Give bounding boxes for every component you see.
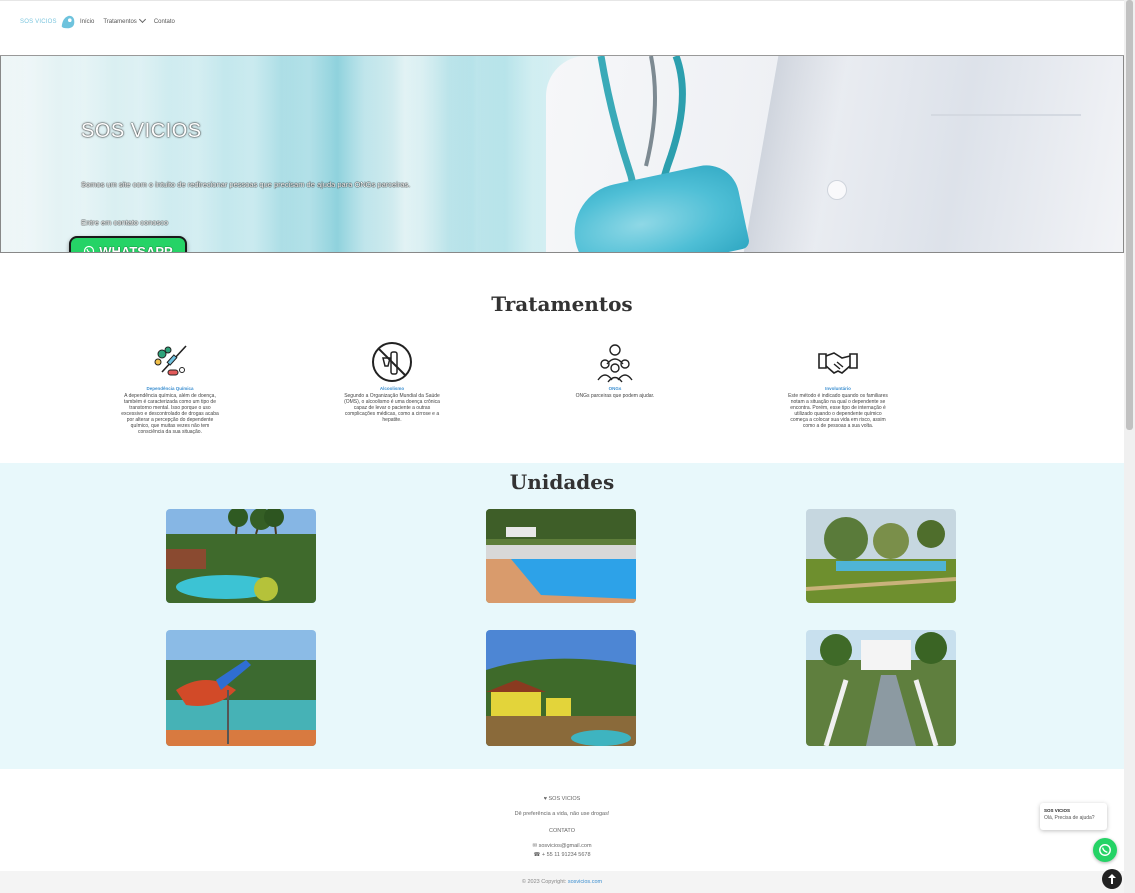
treatment-text: Este método é indicado quando os familia… bbox=[788, 393, 888, 429]
copyright-bar: © 2023 Copyright: sosvicios.com bbox=[0, 871, 1124, 893]
chat-popup-message: Olá, Precisa de ajuda? bbox=[1044, 815, 1095, 821]
treatment-card[interactable]: ONGs ONGs parceiras que podem ajudar. bbox=[565, 340, 665, 399]
unit-photo[interactable] bbox=[166, 509, 316, 603]
whatsapp-button-label: WHATSAPP bbox=[99, 243, 173, 253]
unit-photo[interactable] bbox=[486, 509, 636, 603]
nav-link-contato[interactable]: Contato bbox=[154, 19, 175, 25]
treatment-card[interactable]: Dependência Química A dependência químic… bbox=[120, 340, 220, 435]
whatsapp-button[interactable]: WHATSAPP bbox=[69, 236, 187, 253]
footer-brand: ♥ SOS VICIOS bbox=[0, 796, 1124, 802]
treatment-card[interactable]: Alcoolismo Segundo a Organização Mundial… bbox=[342, 340, 442, 423]
whatsapp-icon bbox=[84, 245, 95, 252]
copyright-text: © 2023 Copyright: bbox=[521, 879, 567, 885]
logo[interactable]: SOS VICIOS bbox=[20, 13, 77, 31]
logo-icon bbox=[61, 15, 74, 29]
hero-title: SOS VICIOS bbox=[81, 120, 202, 142]
footer-brand-text: SOS VICIOS bbox=[548, 796, 581, 802]
hero-contact-text: Entre em contato conosco bbox=[81, 218, 169, 227]
whatsapp-icon bbox=[1099, 844, 1111, 856]
footer-phone[interactable]: ☎ + 55 11 91234 5678 bbox=[0, 852, 1124, 858]
footer-email-text: sosvicios@gmail.com bbox=[538, 843, 592, 849]
tratamentos-title: Tratamentos bbox=[491, 292, 633, 316]
treatment-text: A dependência química, além de doença, t… bbox=[121, 393, 219, 435]
treatment-name: ONGs bbox=[608, 386, 622, 391]
footer-slogan: Dê preferência a vida, não use drogas! bbox=[514, 811, 610, 817]
footer-phone-text: + 55 11 91234 5678 bbox=[541, 852, 591, 858]
unit-photo[interactable] bbox=[806, 630, 956, 746]
community-icon bbox=[597, 344, 633, 383]
treatment-name: Dependência Química bbox=[146, 386, 194, 391]
drugs-icon bbox=[154, 345, 187, 376]
handshake-icon bbox=[818, 352, 858, 374]
footer-email[interactable]: ✉ sosvicios@gmail.com bbox=[0, 843, 1124, 849]
nav-link-inicio[interactable]: Início bbox=[80, 19, 94, 25]
treatment-name: Alcoolismo bbox=[379, 386, 405, 391]
hero-description: Somos um site com o intuito de redirecio… bbox=[81, 180, 411, 189]
unit-photo[interactable] bbox=[166, 630, 316, 746]
chevron-down-icon bbox=[138, 15, 146, 24]
coat-button bbox=[827, 180, 847, 200]
chat-popup-name: SOS VICIOS bbox=[1044, 808, 1071, 813]
unit-photo[interactable] bbox=[486, 630, 636, 746]
no-alcohol-icon bbox=[372, 342, 412, 382]
heart-icon: ♥ bbox=[543, 796, 547, 802]
footer-contact-heading: CONTATO bbox=[549, 828, 575, 834]
treatment-text: ONGs parceiras que podem ajudar. bbox=[575, 393, 655, 399]
scrollbar-thumb[interactable] bbox=[1126, 0, 1133, 430]
logo-text: SOS VICIOS bbox=[20, 19, 57, 25]
arrow-up-icon bbox=[1108, 874, 1116, 884]
coat-pocket bbox=[931, 56, 1081, 116]
unit-photo[interactable] bbox=[806, 509, 956, 603]
nav-link-tratamentos-label: Tratamentos bbox=[103, 19, 137, 25]
copyright-link[interactable]: sosvicios.com bbox=[568, 879, 602, 885]
treatment-name: Involuntário bbox=[825, 386, 851, 391]
treatment-text: Segundo a Organização Mundial da Saúde (… bbox=[344, 393, 440, 423]
envelope-icon: ✉ bbox=[532, 843, 538, 849]
nav-links: Início Tratamentos Contato bbox=[80, 15, 175, 25]
treatment-card[interactable]: Involuntário Este método é indicado quan… bbox=[788, 340, 888, 429]
phone-icon: ☎ bbox=[533, 852, 541, 858]
hero-banner: SOS VICIOS Somos um site com o intuito d… bbox=[0, 56, 1124, 253]
whatsapp-float-button[interactable] bbox=[1093, 838, 1117, 862]
scroll-top-button[interactable] bbox=[1102, 869, 1122, 889]
chat-popup[interactable]: SOS VICIOS Olá, Precisa de ajuda? bbox=[1040, 803, 1107, 830]
navbar: SOS VICIOS Início Tratamentos Contato bbox=[0, 0, 1124, 56]
footer: ♥ SOS VICIOS Dê preferência a vida, não … bbox=[0, 769, 1124, 871]
nav-link-tratamentos[interactable]: Tratamentos bbox=[103, 15, 146, 25]
unidades-title: Unidades bbox=[509, 470, 615, 494]
